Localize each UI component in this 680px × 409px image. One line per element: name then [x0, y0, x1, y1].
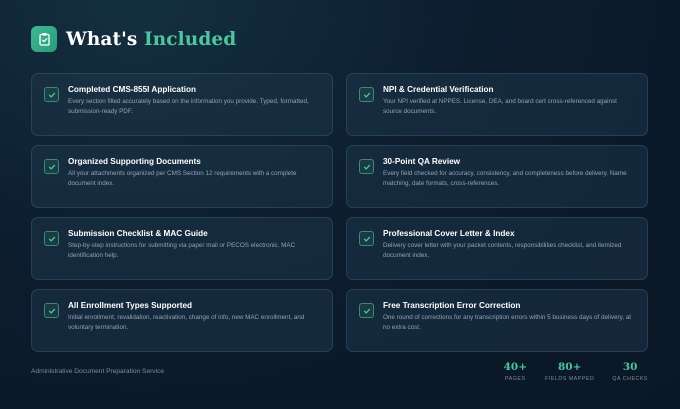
feature-card: Professional Cover Letter & Index Delive… [346, 217, 648, 280]
clipboard-icon [31, 26, 57, 52]
stat-label: PAGES [505, 376, 526, 382]
feature-title: 30-Point QA Review [383, 157, 461, 166]
feature-description: Step-by-step instructions for submitting… [68, 242, 296, 259]
page-title: What's Included [66, 28, 237, 50]
stat-pages: 40+ PAGES [504, 361, 527, 382]
features-grid: Completed CMS-855I Application Every sec… [31, 73, 648, 352]
check-icon [359, 303, 374, 318]
check-icon [359, 159, 374, 174]
stat-qa-checks: 30 QA CHECKS [612, 361, 648, 382]
feature-description: All your attachments organized per CMS S… [68, 170, 297, 187]
feature-card: Completed CMS-855I Application Every sec… [31, 73, 333, 136]
feature-title: Completed CMS-855I Application [68, 85, 196, 94]
feature-card: NPI & Credential Verification Your NPI v… [346, 73, 648, 136]
page-title-accent: Included [143, 28, 237, 50]
stats-row: 40+ PAGES 80+ FIELDS MAPPED 30 QA CHECKS [486, 361, 648, 382]
feature-title: Professional Cover Letter & Index [383, 229, 515, 238]
footer-tagline: Administrative Document Preparation Serv… [31, 368, 165, 375]
check-icon [44, 159, 59, 174]
stat-value: 30 [622, 361, 638, 373]
feature-card: Free Transcription Error Correction One … [346, 289, 648, 352]
feature-title: Organized Supporting Documents [68, 157, 201, 166]
stat-value: 80+ [557, 361, 582, 373]
check-icon [44, 87, 59, 102]
feature-title: Free Transcription Error Correction [383, 301, 521, 310]
stat-value: 40+ [503, 361, 528, 373]
feature-description: Initial enrollment, revalidation, reacti… [68, 314, 305, 331]
feature-description: Delivery cover letter with your packet c… [383, 242, 622, 259]
stat-label: QA CHECKS [612, 376, 648, 382]
page-header: What's Included [31, 26, 236, 52]
feature-card: Submission Checklist & MAC Guide Step-by… [31, 217, 333, 280]
feature-card: Organized Supporting Documents All your … [31, 145, 333, 208]
check-icon [44, 231, 59, 246]
feature-description: Your NPI verified at NPPES. License, DEA… [383, 98, 617, 115]
check-icon [359, 87, 374, 102]
feature-title: Submission Checklist & MAC Guide [68, 229, 208, 238]
stat-label: FIELDS MAPPED [545, 376, 595, 382]
stat-fields-mapped: 80+ FIELDS MAPPED [545, 361, 594, 382]
check-icon [44, 303, 59, 318]
feature-card: 30-Point QA Review Every field checked f… [346, 145, 648, 208]
feature-title: All Enrollment Types Supported [68, 301, 193, 310]
feature-description: One round of corrections for any transcr… [383, 314, 632, 331]
feature-description: Every section filled accurately based on… [68, 98, 309, 115]
feature-title: NPI & Credential Verification [383, 85, 494, 94]
feature-description: Every field checked for accuracy, consis… [383, 170, 627, 187]
check-icon [359, 231, 374, 246]
feature-card: All Enrollment Types Supported Initial e… [31, 289, 333, 352]
